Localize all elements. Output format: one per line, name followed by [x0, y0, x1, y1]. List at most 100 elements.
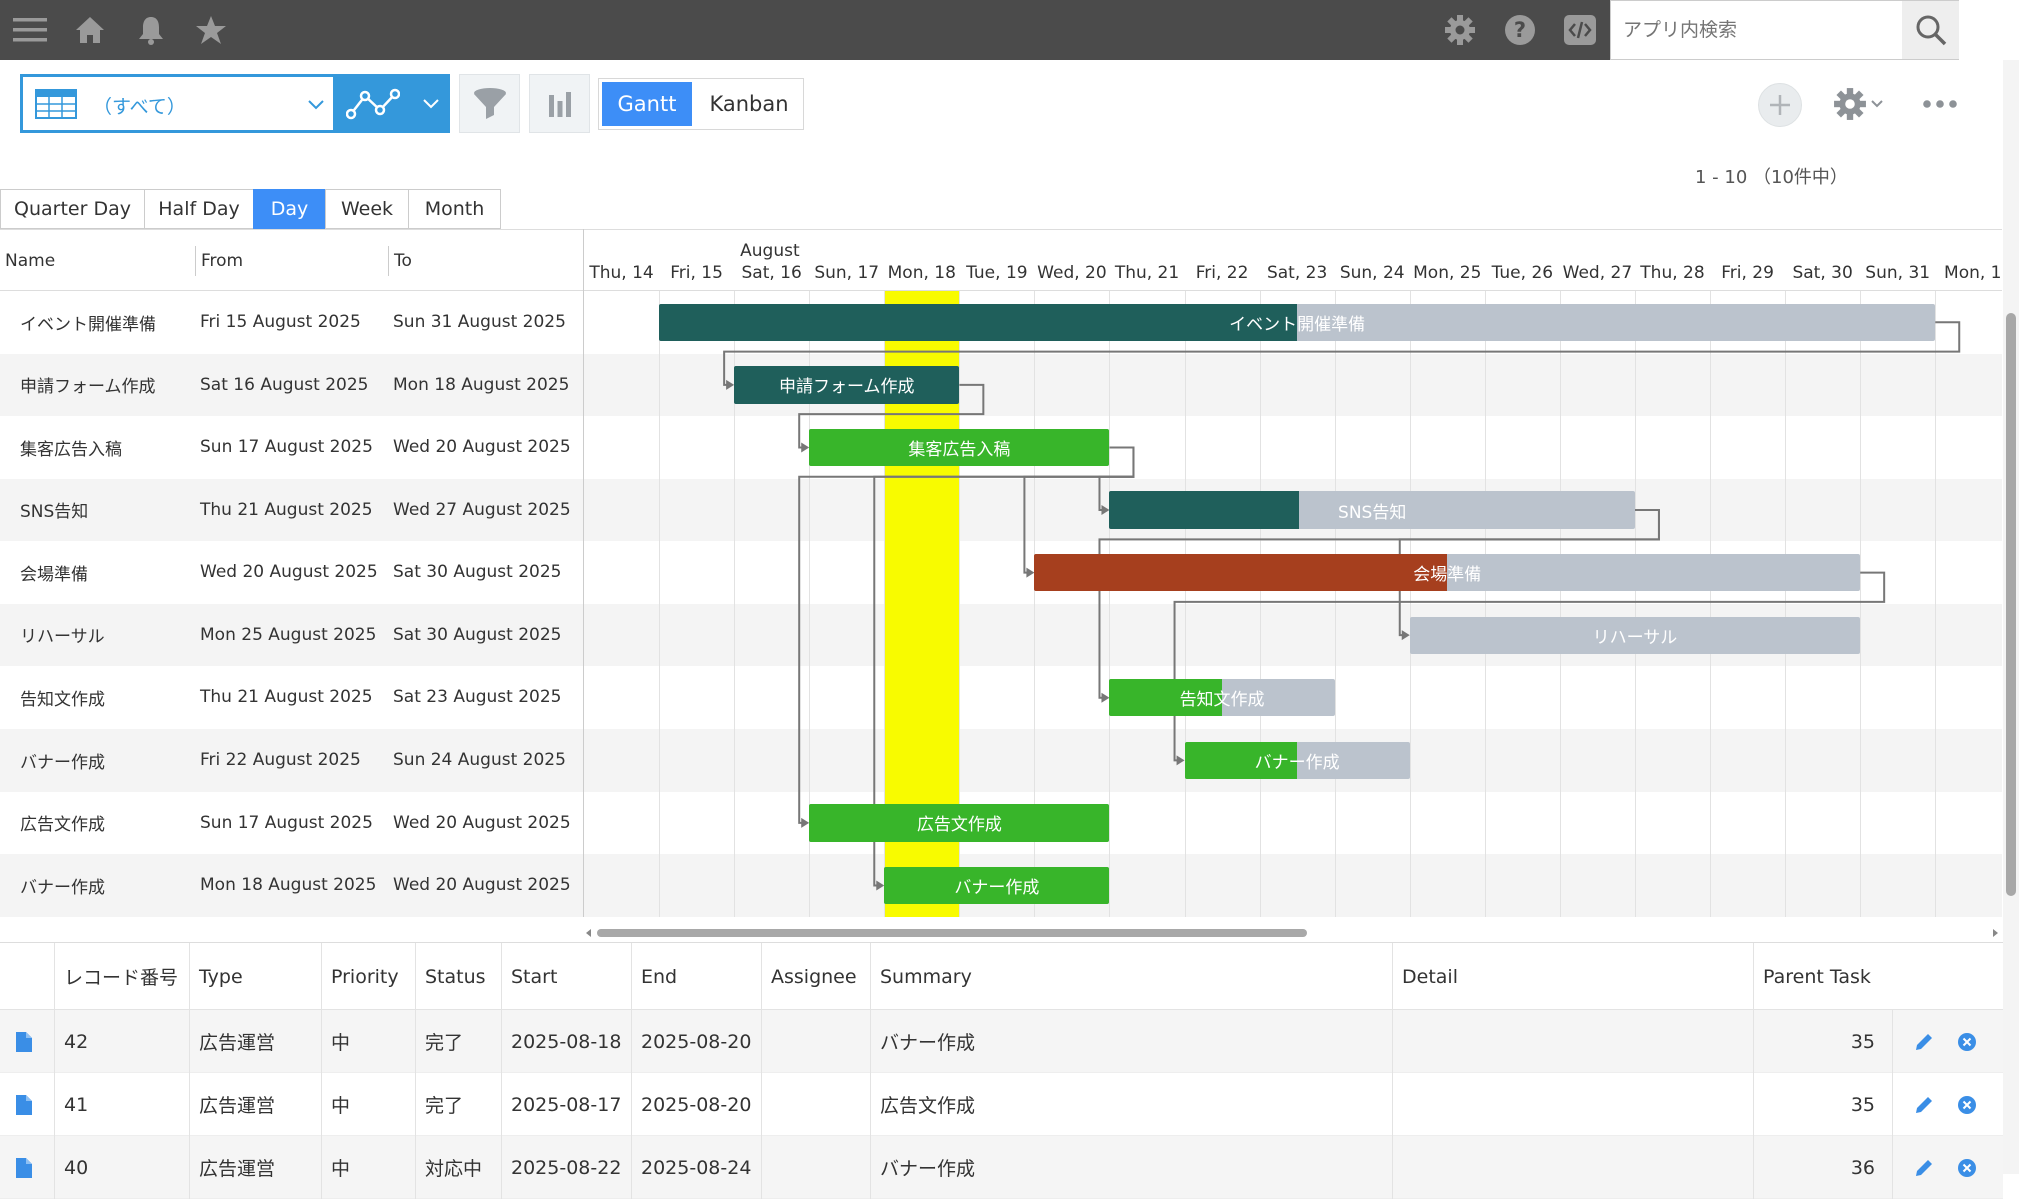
close-icon [1958, 1095, 1976, 1114]
day-label: Mon, 18 [887, 263, 956, 283]
filter-button[interactable] [459, 74, 520, 133]
cell-type: 広告運営 [189, 1136, 321, 1199]
page-vertical-scrollbar[interactable] [2003, 60, 2019, 1174]
column-header-priority[interactable]: Priority [321, 943, 415, 1010]
task-bar[interactable]: SNS告知 [1109, 491, 1635, 529]
help-icon[interactable]: ? [1495, 0, 1545, 60]
task-bar[interactable]: リハーサル [1409, 616, 1861, 654]
table-row[interactable]: 40 広告運営中対応中 2025-08-22 2025-08-24 バナー作成 36 [0, 1136, 2003, 1199]
cell-summary: バナー作成 [870, 1136, 1392, 1199]
tab-half-day[interactable]: Half Day [144, 189, 254, 229]
record-detail-link[interactable] [0, 1010, 54, 1073]
cell-detail [1392, 1073, 1753, 1136]
gear-icon[interactable] [1435, 0, 1485, 60]
task-bar[interactable]: 告知文作成 [1109, 679, 1335, 717]
gantt-grid-row[interactable]: リハーサル Mon 25 August 2025 Sat 30 August 202… [0, 603, 583, 667]
home-icon[interactable] [65, 0, 115, 60]
scrollbar-thumb[interactable] [597, 929, 1307, 937]
gantt-grid-row[interactable]: イベント開催準備 Fri 15 August 2025 Sun 31 August … [0, 291, 583, 354]
search-input[interactable] [1611, 1, 1902, 59]
task-bar[interactable]: 集客広告入稿 [809, 428, 1110, 467]
task-bar[interactable]: 広告文作成 [809, 804, 1110, 842]
task-bar[interactable]: 会場準備 [1034, 553, 1861, 592]
gantt-horizontal-scrollbar[interactable] [584, 926, 2002, 940]
scroll-right-icon[interactable] [1992, 928, 2000, 938]
column-header-detail[interactable]: Detail [1392, 943, 1753, 1010]
month-label: August [740, 241, 800, 261]
task-to: Sat 23 August 2025 [393, 687, 562, 708]
pencil-icon [1916, 1096, 1932, 1113]
task-from: Sun 17 August 2025 [200, 812, 373, 833]
edit-button[interactable] [1913, 1157, 1935, 1179]
column-header-end[interactable]: End [631, 943, 761, 1010]
column-header-start[interactable]: Start [501, 943, 631, 1010]
task-from: Thu 21 August 2025 [200, 499, 373, 520]
column-header-parent[interactable]: Parent Task [1753, 943, 1892, 1010]
column-header-from[interactable]: From [195, 246, 243, 276]
day-gridline [1484, 291, 1486, 917]
more-options-button[interactable] [1918, 80, 1962, 128]
gantt-view-button[interactable]: Gantt [602, 82, 692, 126]
record-detail-link[interactable] [0, 1136, 54, 1199]
edit-button[interactable] [1913, 1094, 1935, 1116]
day-label: Thu, 21 [1114, 263, 1180, 283]
day-label: Fri, 22 [1195, 263, 1249, 283]
tab-quarter-day[interactable]: Quarter Day [0, 189, 145, 229]
column-header-status[interactable]: Status [415, 943, 501, 1010]
column-header-assignee[interactable]: Assignee [761, 943, 870, 1010]
column-header-type[interactable]: Type [189, 943, 321, 1010]
column-header-name[interactable]: Name [0, 246, 55, 276]
tab-week[interactable]: Week [325, 189, 409, 229]
gantt-grid-row[interactable]: 広告文作成 Sun 17 August 2025 Wed 20 August 202… [0, 792, 583, 855]
column-header-to[interactable]: To [388, 246, 412, 276]
gantt-grid-row[interactable]: 告知文作成 Thu 21 August 2025 Sat 23 August 202… [0, 666, 583, 729]
search-button[interactable] [1902, 1, 1959, 59]
kanban-view-button[interactable]: Kanban [695, 82, 803, 126]
graph-view-button[interactable] [336, 74, 450, 133]
add-record-button[interactable] [1758, 83, 1802, 127]
cell-status: 完了 [415, 1073, 501, 1136]
task-bar[interactable]: バナー作成 [884, 866, 1110, 905]
chart-button[interactable] [529, 74, 590, 133]
view-select[interactable]: （すべて） [20, 74, 336, 133]
menu-icon[interactable] [5, 0, 55, 60]
scroll-left-icon[interactable] [584, 928, 592, 938]
gantt-grid-row[interactable]: 申請フォーム作成 Sat 16 August 2025 Mon 18 August … [0, 353, 583, 417]
task-from: Fri 22 August 2025 [200, 750, 361, 771]
task-bar[interactable]: バナー作成 [1184, 741, 1410, 779]
table-row[interactable]: 41 広告運営中完了 2025-08-17 2025-08-20 広告文作成 35 [0, 1073, 2003, 1136]
edit-button[interactable] [1913, 1031, 1935, 1053]
gantt-grid-row[interactable]: 集客広告入稿 Sun 17 August 2025 Wed 20 August 20… [0, 416, 583, 479]
record-detail-link[interactable] [0, 1073, 54, 1136]
day-label: Sun, 24 [1339, 263, 1405, 283]
scrollbar-thumb[interactable] [2006, 313, 2016, 896]
column-header-id[interactable]: レコード番号 [54, 943, 189, 1010]
delete-button[interactable] [1957, 1095, 1977, 1115]
delete-button[interactable] [1957, 1158, 1977, 1178]
table-view-icon [35, 89, 77, 119]
delete-button[interactable] [1957, 1032, 1977, 1052]
code-icon[interactable] [1555, 0, 1605, 60]
column-header-summary[interactable]: Summary [870, 943, 1392, 1010]
day-gridline [1109, 291, 1111, 917]
table-row[interactable]: 42 広告運営中完了 2025-08-18 2025-08-20 バナー作成 35 [0, 1010, 2003, 1073]
gantt-grid-row[interactable]: バナー作成 Mon 18 August 2025 Wed 20 August 202… [0, 854, 583, 917]
cell-start: 2025-08-18 [501, 1010, 631, 1073]
gantt-grid-row[interactable]: 会場準備 Wed 20 August 2025 Sat 30 August 2025 [0, 541, 583, 604]
tab-day[interactable]: Day [253, 189, 326, 229]
gantt-grid-row[interactable]: SNS告知 Thu 21 August 2025 Wed 27 August 202… [0, 478, 583, 542]
task-bar[interactable]: イベント開催準備 [659, 303, 1936, 341]
task-from: Sat 16 August 2025 [200, 374, 369, 395]
bell-icon[interactable] [126, 0, 176, 60]
plus-icon [1770, 95, 1790, 115]
tab-month[interactable]: Month [408, 189, 501, 229]
app-settings-button[interactable] [1828, 80, 1888, 128]
day-gridline [659, 291, 661, 917]
task-bar[interactable]: 申請フォーム作成 [734, 366, 960, 404]
task-name: 広告文作成 [20, 815, 105, 836]
gantt-grid-row[interactable]: バナー作成 Fri 22 August 2025 Sun 24 August 202… [0, 729, 583, 792]
task-to: Wed 20 August 2025 [393, 875, 571, 896]
day-gridline [1860, 291, 1862, 917]
cell-priority: 中 [321, 1136, 415, 1199]
star-icon[interactable] [186, 0, 236, 60]
